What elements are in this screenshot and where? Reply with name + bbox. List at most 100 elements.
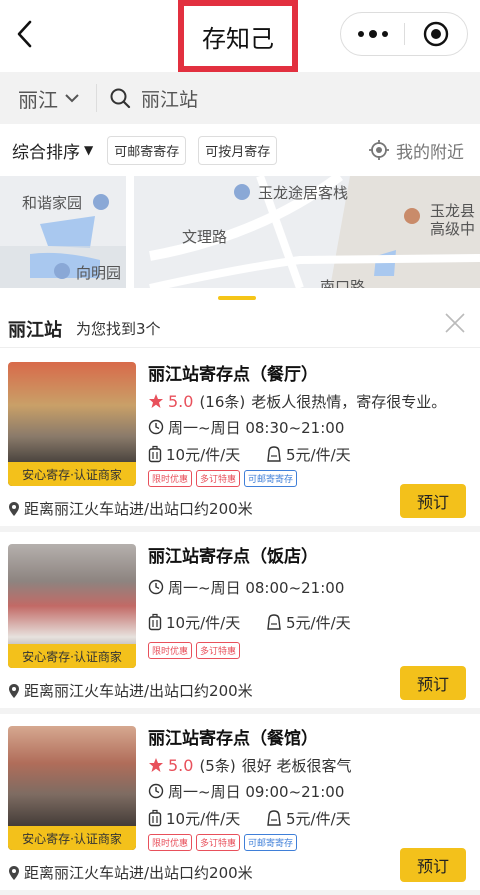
nearby-button[interactable]: 我的附近 (368, 138, 464, 163)
certified-badge: 安心寄存·认证商家 (8, 644, 136, 668)
shop-info: 丽江站寄存点（餐厅） 5.0 (16条) 老板人很热情，寄存很专业。 周一~周日… (148, 360, 474, 487)
search-query: 丽江站 (141, 88, 199, 111)
distance-text: 距离丽江火车站进/出站口约200米 (24, 500, 253, 518)
hours-text: 周一~周日 08:30~21:00 (168, 418, 345, 437)
chevron-down-icon (65, 94, 79, 103)
top-nav-bar: 存知己 (0, 0, 480, 72)
close-icon[interactable] (444, 312, 466, 334)
luggage-icon (148, 809, 162, 827)
more-options-icon[interactable] (341, 12, 404, 56)
price-bag: 5元/件/天 (286, 445, 351, 464)
opening-hours: 周一~周日 08:00~21:00 (148, 574, 474, 600)
opening-hours: 周一~周日 08:30~21:00 (148, 414, 474, 440)
filter-chip-mail[interactable]: 可邮寄寄存 (107, 135, 187, 165)
review-count: (5条) (199, 756, 236, 775)
map-label: 南口路 (320, 278, 366, 288)
certified-badge: 安心寄存·认证商家 (8, 462, 136, 486)
shop-rating: 5.0 (5条) 很好 老板很客气 (148, 752, 474, 778)
clock-icon (148, 419, 164, 435)
promo-tag: 限时优惠 (148, 470, 193, 487)
star-icon (149, 394, 163, 408)
map-label: 向明园 (76, 264, 122, 282)
results-header: 丽江站 为您找到3个 (0, 310, 480, 348)
promo-tag: 多订特惠 (196, 642, 241, 659)
shop-card[interactable]: 安心寄存·认证商家 丽江站寄存点（饭店） 周一~周日 08:00~21:00 1… (0, 532, 480, 714)
review-snippet: 很好 老板很客气 (241, 756, 352, 775)
mini-program-capsule (340, 12, 468, 56)
book-button[interactable]: 预订 (400, 484, 466, 518)
review-count: (16条) (199, 392, 246, 411)
sort-label: 综合排序 (12, 142, 80, 163)
book-button[interactable]: 预订 (400, 666, 466, 700)
price-bag: 5元/件/天 (286, 809, 351, 828)
location-pin-icon (9, 865, 19, 880)
promo-tag: 限时优惠 (148, 834, 193, 851)
location-pin-icon (9, 683, 19, 698)
location-pin-icon (9, 501, 19, 516)
luggage-icon (148, 445, 162, 463)
map-label: 高级中 (430, 220, 476, 238)
sort-arrow-icon: ▼ (84, 143, 94, 157)
bag-icon (267, 810, 281, 826)
distance-text: 距离丽江火车站进/出站口约200米 (24, 682, 253, 700)
review-snippet: 老板人很热情，寄存很专业。 (251, 392, 447, 411)
shop-rating: 5.0 (16条) 老板人很热情，寄存很专业。 (148, 388, 474, 414)
back-icon[interactable] (10, 14, 40, 54)
price-luggage: 10元/件/天 (166, 613, 241, 632)
price-row: 10元/件/天 5元/件/天 (148, 608, 474, 636)
promo-tag: 可邮寄寄存 (244, 470, 298, 487)
nearby-label: 我的附近 (396, 142, 464, 163)
map-label: 和谐家园 (22, 194, 83, 212)
filter-chip-monthly[interactable]: 可按月寄存 (198, 135, 278, 165)
hours-text: 周一~周日 08:00~21:00 (168, 578, 345, 597)
city-label: 丽江 (18, 87, 58, 112)
price-luggage: 10元/件/天 (166, 809, 241, 828)
page-title-highlight: 存知己 (178, 0, 298, 72)
rating-score: 5.0 (168, 755, 194, 775)
price-row: 10元/件/天 5元/件/天 (148, 440, 474, 468)
distance-info: 距离丽江火车站进/出站口约200米 (8, 498, 253, 519)
sheet-drag-handle[interactable] (218, 296, 256, 300)
distance-text: 距离丽江火车站进/出站口约200米 (24, 864, 253, 882)
rating-score: 5.0 (168, 391, 194, 411)
promo-tags: 限时优惠 多订特惠 (148, 642, 474, 659)
clock-icon (148, 783, 164, 799)
location-target-icon (369, 140, 389, 160)
promo-tag: 限时优惠 (148, 642, 193, 659)
book-button[interactable]: 预订 (400, 848, 466, 882)
price-bag: 5元/件/天 (286, 613, 351, 632)
promo-tag: 多订特惠 (196, 834, 241, 851)
promo-tag: 可邮寄寄存 (244, 834, 298, 851)
price-luggage: 10元/件/天 (166, 445, 241, 464)
shop-photo: 安心寄存·认证商家 (8, 544, 136, 668)
distance-info: 距离丽江火车站进/出站口约200米 (8, 680, 253, 701)
station-name: 丽江站 (8, 319, 62, 341)
bag-icon (267, 446, 281, 462)
clock-icon (148, 579, 164, 595)
filter-bar: 综合排序 ▼ 可邮寄寄存 可按月寄存 我的附近 (0, 124, 480, 176)
star-icon (149, 758, 163, 772)
map-view[interactable]: 和谐家园 玉龙途居客栈 文理路 玉龙县 高级中 向明园 南口路 (0, 176, 480, 288)
bag-icon (267, 614, 281, 630)
map-label: 玉龙途居客栈 (258, 184, 349, 202)
luggage-icon (148, 613, 162, 631)
city-selector[interactable]: 丽江 (0, 84, 96, 113)
promo-tag: 多订特惠 (196, 470, 241, 487)
hours-text: 周一~周日 09:00~21:00 (168, 782, 345, 801)
shop-name: 丽江站寄存点（餐馆） (148, 729, 318, 749)
results-sheet: 丽江站 为您找到3个 安心寄存·认证商家 丽江站寄存点（餐厅） 5.0 (16条… (0, 288, 480, 895)
certified-badge: 安心寄存·认证商家 (8, 826, 136, 850)
shop-photo: 安心寄存·认证商家 (8, 726, 136, 850)
search-bar: 丽江 丽江站 (0, 72, 480, 124)
shop-photo: 安心寄存·认证商家 (8, 362, 136, 486)
sort-dropdown[interactable]: 综合排序 ▼ (12, 138, 93, 163)
shop-card[interactable]: 安心寄存·认证商家 丽江站寄存点（餐馆） 5.0 (5条) 很好 老板很客气 周… (0, 714, 480, 895)
search-input[interactable]: 丽江站 (97, 85, 198, 112)
shop-name: 丽江站寄存点（餐厅） (148, 365, 318, 385)
close-mini-program-icon[interactable] (405, 12, 467, 56)
shop-card[interactable]: 安心寄存·认证商家 丽江站寄存点（餐厅） 5.0 (16条) 老板人很热情，寄存… (0, 350, 480, 532)
map-label: 文理路 (182, 228, 228, 246)
search-icon (110, 88, 131, 109)
shop-info: 丽江站寄存点（饭店） 周一~周日 08:00~21:00 10元/件/天 5元/… (148, 542, 474, 659)
page-title: 存知己 (202, 24, 274, 53)
